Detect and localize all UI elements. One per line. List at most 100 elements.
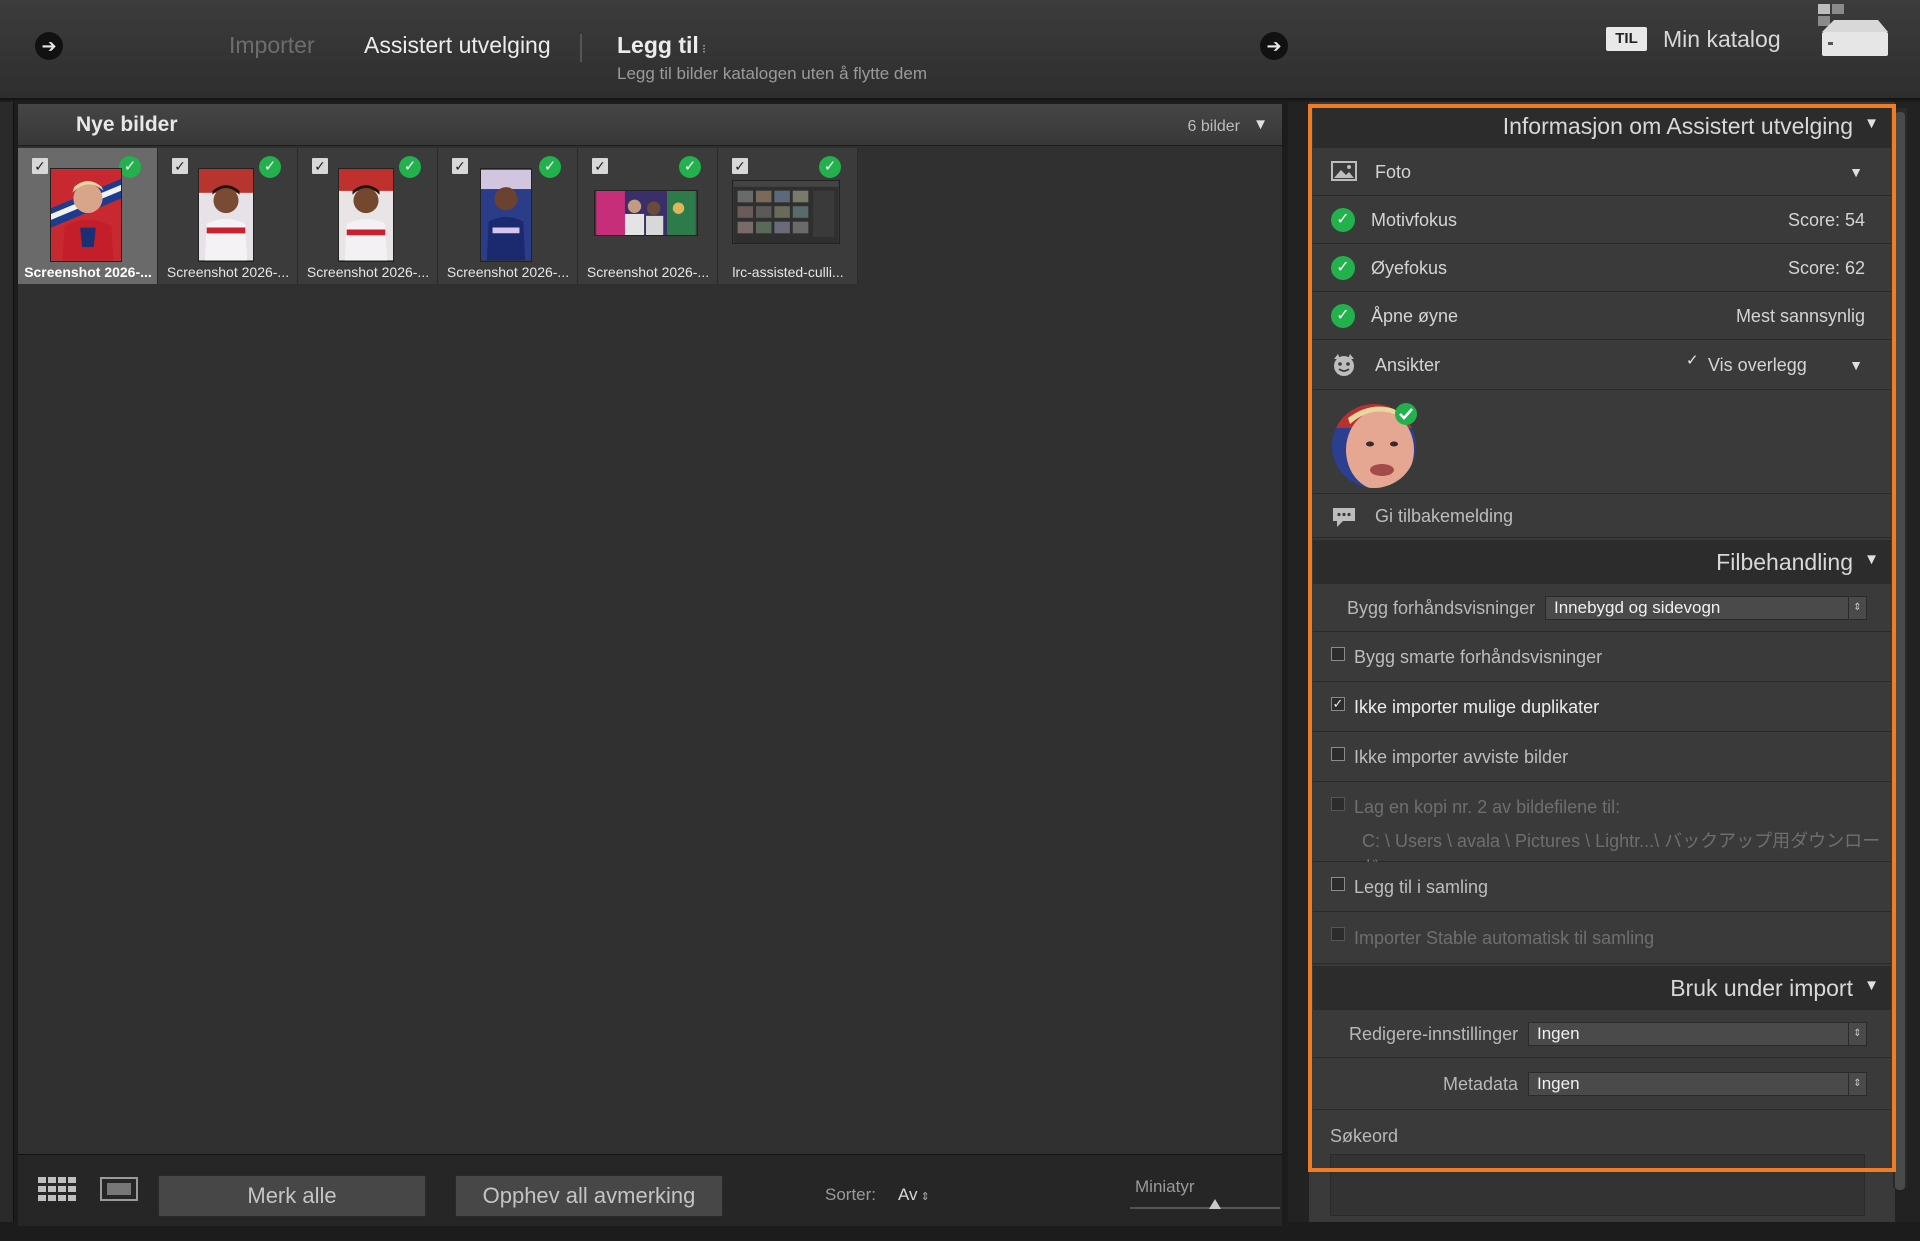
include-checkbox[interactable]: ✓	[312, 158, 328, 174]
feedback-row[interactable]: Gi tilbakemelding	[1313, 494, 1891, 538]
thumbnail-strip: ✓ ✓ Screenshot 2026-... ✓ ✓ Screenshot 2…	[18, 148, 858, 284]
grid-count: 6 bilder	[1187, 118, 1240, 135]
photo-thumbnail	[480, 168, 532, 262]
culling-ok-icon: ✓	[819, 156, 841, 178]
thumbnail-caption: lrc-assisted-culli...	[732, 264, 844, 280]
photo-expand-icon[interactable]: ▼	[1849, 164, 1863, 180]
thumbnail-caption: Screenshot 2026-...	[586, 264, 710, 280]
faces-row[interactable]: Ansikter ✓ Vis overlegg ▼	[1313, 340, 1891, 390]
feedback-label: Gi tilbakemelding	[1375, 506, 1514, 526]
second-copy-checkbox[interactable]	[1331, 797, 1345, 811]
smart-previews-checkbox[interactable]	[1331, 647, 1345, 661]
faces-expand-icon[interactable]: ▼	[1849, 357, 1863, 373]
photo-icon	[1331, 161, 1357, 181]
culling-info-header[interactable]: Informasjon om Assistert utvelging ▼	[1313, 104, 1891, 148]
show-overlay-checkbox[interactable]: ✓	[1686, 351, 1699, 369]
include-checkbox[interactable]: ✓	[32, 158, 48, 174]
show-overlay-label[interactable]: Vis overlegg	[1708, 355, 1807, 376]
eye-focus-label: Øyefokus	[1371, 258, 1448, 278]
mode-add[interactable]: Legg til ⁝	[617, 32, 706, 59]
keywords-input[interactable]	[1330, 1154, 1865, 1216]
no-rejected-row[interactable]: Ikke importer avviste bilder	[1313, 732, 1891, 782]
uncheck-all-button[interactable]: Opphev all avmerking	[455, 1175, 723, 1217]
faces-label: Ansikter	[1375, 355, 1441, 375]
destination-arrow-icon[interactable]: ➔	[1260, 32, 1288, 60]
catalog-name[interactable]: Min katalog	[1663, 26, 1781, 53]
keywords-label: Søkeord	[1330, 1126, 1399, 1146]
smart-previews-row[interactable]: Bygg smarte forhåndsvisninger	[1313, 632, 1891, 682]
no-rejected-checkbox[interactable]	[1331, 747, 1345, 761]
destination-badge: TIL	[1606, 27, 1647, 51]
photo-thumbnail	[732, 180, 840, 244]
mode-importer[interactable]: Importer	[229, 32, 315, 59]
mode-add-spinner-icon: ⁝	[698, 42, 706, 56]
subject-focus-check-icon: ✓	[1331, 208, 1355, 232]
include-checkbox[interactable]: ✓	[452, 158, 468, 174]
keywords-row: Søkeord	[1313, 1110, 1891, 1222]
stack-auto-checkbox[interactable]	[1331, 927, 1345, 941]
culling-info-title: Informasjon om Assistert utvelging	[1502, 113, 1853, 139]
mode-assisted-culling[interactable]: Assistert utvelging	[364, 32, 551, 59]
photo-thumbnail	[594, 190, 698, 236]
thumbnail[interactable]: ✓ ✓ lrc-assisted-culli...	[718, 148, 858, 284]
include-checkbox[interactable]: ✓	[172, 158, 188, 174]
thumbnail-caption: Screenshot 2026-...	[446, 264, 570, 280]
thumbnail-size-label: Miniatyr	[1135, 1177, 1195, 1196]
build-previews-value: Innebygd og sidevogn	[1554, 598, 1721, 617]
thumbnail[interactable]: ✓ ✓ Screenshot 2026-...	[158, 148, 298, 284]
sort-select[interactable]: Av ⇕	[898, 1185, 930, 1205]
thumbnail-grid: Nye bilder 6 bilder ▼ ✓ ✓ Screenshot 202…	[18, 104, 1282, 1154]
subject-focus-row: ✓ Motivfokus Score: 54	[1313, 196, 1891, 244]
stack-auto-label: Importer Stable automatisk til samling	[1354, 928, 1655, 948]
eye-focus-row: ✓ Øyefokus Score: 62	[1313, 244, 1891, 292]
grid-view-icon[interactable]	[38, 1177, 76, 1201]
loupe-view-icon[interactable]	[100, 1177, 138, 1201]
collapse-triangle-icon: ▼	[1864, 977, 1879, 994]
eyes-open-label: Åpne øyne	[1371, 306, 1459, 326]
select-spinner-icon: ⇕	[1848, 1023, 1866, 1045]
culling-ok-icon: ✓	[399, 156, 421, 178]
grid-collapse-icon[interactable]: ▼	[1253, 116, 1268, 133]
add-to-collection-checkbox[interactable]	[1331, 877, 1345, 891]
second-copy-row[interactable]: Lag en kopi nr. 2 av bildefilene til: C:…	[1313, 782, 1891, 877]
check-all-button[interactable]: Merk alle	[158, 1175, 426, 1217]
file-handling-header[interactable]: Filbehandling ▼	[1313, 540, 1891, 584]
photo-row[interactable]: Foto ▼	[1313, 148, 1891, 196]
second-copy-label: Lag en kopi nr. 2 av bildefilene til:	[1354, 797, 1621, 817]
add-to-collection-row[interactable]: Legg til i samling	[1313, 862, 1891, 912]
catalog-drive-icon[interactable]	[1818, 4, 1890, 60]
culling-ok-icon: ✓	[119, 156, 141, 178]
collapse-triangle-icon: ▼	[1864, 551, 1879, 568]
thumbnail[interactable]: ✓ ✓ Screenshot 2026-...	[298, 148, 438, 284]
no-duplicates-checkbox[interactable]: ✓	[1331, 697, 1345, 711]
thumbnail[interactable]: ✓ ✓ Screenshot 2026-...	[438, 148, 578, 284]
subject-focus-score: Score: 54	[1787, 210, 1865, 230]
apply-during-import-header[interactable]: Bruk under import ▼	[1313, 966, 1891, 1010]
include-checkbox[interactable]: ✓	[732, 158, 748, 174]
mode-divider	[580, 34, 582, 62]
metadata-label: Metadata	[1443, 1074, 1519, 1094]
thumbnail-caption: Screenshot 2026-...	[306, 264, 430, 280]
thumbnail[interactable]: ✓ ✓ Screenshot 2026-...	[578, 148, 718, 284]
source-arrow-icon[interactable]: ➔	[35, 32, 63, 60]
collapse-triangle-icon: ▼	[1864, 115, 1879, 132]
photo-label: Foto	[1375, 162, 1412, 182]
photo-thumbnail	[338, 168, 394, 262]
select-spinner-icon: ⇕	[1848, 1073, 1866, 1095]
culling-ok-icon: ✓	[259, 156, 281, 178]
include-checkbox[interactable]: ✓	[592, 158, 608, 174]
eye-focus-score: Score: 62	[1787, 258, 1865, 278]
stack-auto-row[interactable]: Importer Stable automatisk til samling	[1313, 912, 1891, 964]
no-duplicates-row[interactable]: ✓ Ikke importer mulige duplikater	[1313, 682, 1891, 732]
thumbnail-size-slider[interactable]	[1130, 1207, 1280, 1209]
build-previews-select[interactable]: Innebygd og sidevogn ⇕	[1545, 596, 1867, 620]
eye-focus-check-icon: ✓	[1331, 256, 1355, 280]
thumbnail-caption: Screenshot 2026-...	[166, 264, 290, 280]
thumbnail-size-knob[interactable]	[1209, 1199, 1221, 1209]
metadata-select[interactable]: Ingen ⇕	[1528, 1072, 1867, 1096]
add-to-collection-label: Legg til i samling	[1354, 877, 1489, 897]
face-avatar[interactable]	[1328, 398, 1424, 490]
panel-scroll-thumb[interactable]	[1895, 112, 1905, 1190]
thumbnail[interactable]: ✓ ✓ Screenshot 2026-...	[18, 148, 158, 284]
develop-settings-select[interactable]: Ingen ⇕	[1528, 1022, 1867, 1046]
